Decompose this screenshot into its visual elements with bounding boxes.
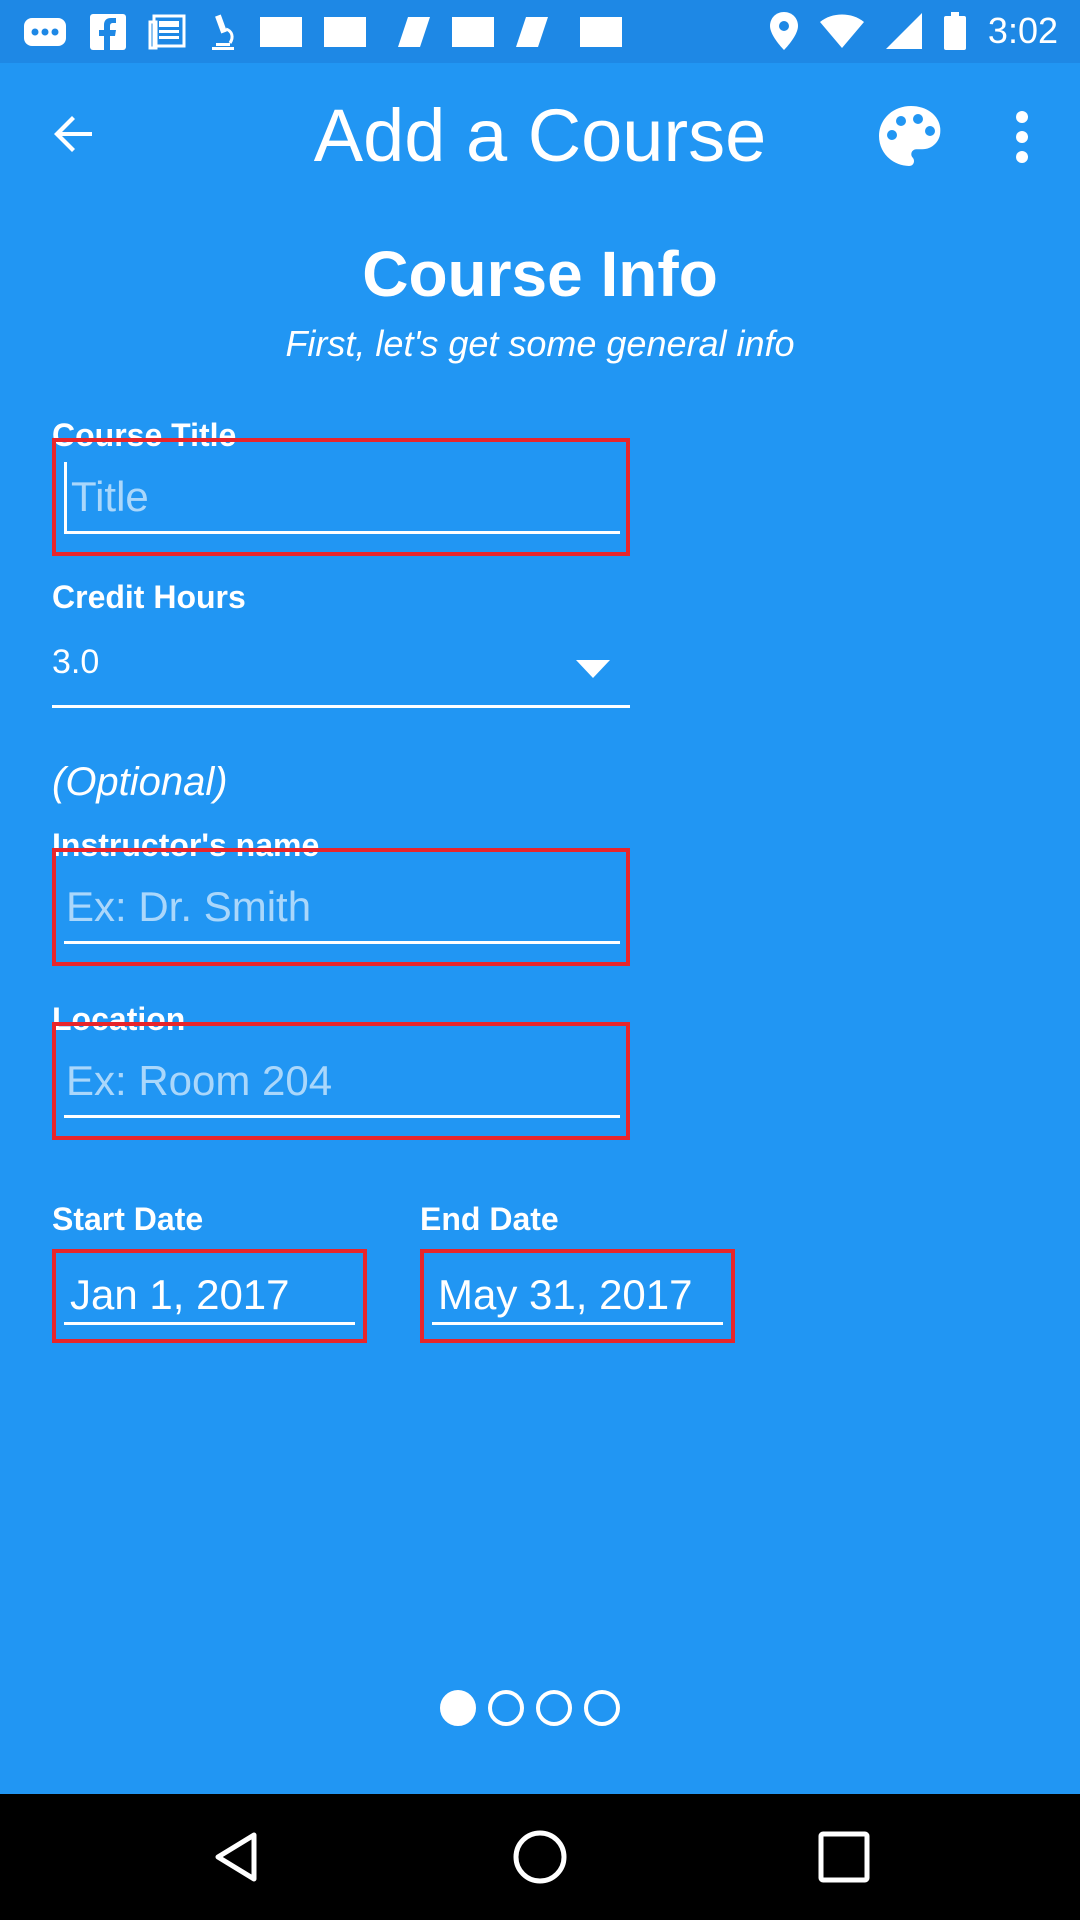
wifi-icon: [819, 14, 864, 48]
page-dot-1[interactable]: [440, 1690, 476, 1726]
location-input[interactable]: [64, 1046, 620, 1118]
system-status-icons: 3:02: [769, 8, 1058, 54]
more-vert-icon[interactable]: [1006, 110, 1038, 164]
page-indicator: [440, 1690, 620, 1726]
page-dot-3[interactable]: [536, 1690, 572, 1726]
location-field: [52, 1022, 630, 1140]
dropdown-arrow-icon: [576, 660, 610, 678]
home-circle-icon[interactable]: [512, 1829, 568, 1885]
notification-icons: [22, 12, 622, 52]
course-title-field: [52, 438, 630, 556]
start-date-label: Start Date: [52, 1201, 204, 1237]
status-bar: 3:02: [0, 0, 1080, 63]
location-icon: [769, 12, 798, 50]
feather-icon: [516, 17, 548, 47]
news-icon: [148, 14, 186, 50]
end-date-value: May 31, 2017: [432, 1267, 723, 1325]
app-title: Add a Course: [313, 94, 767, 177]
start-date-value: Jan 1, 2017: [64, 1267, 355, 1325]
page-subheading: First, let's get some general info: [285, 323, 795, 364]
course-title-input[interactable]: [64, 462, 620, 534]
palette-icon[interactable]: [877, 104, 945, 168]
back-triangle-icon[interactable]: [208, 1829, 264, 1885]
optional-label: (Optional): [52, 760, 228, 804]
facebook-icon: [90, 14, 126, 50]
credit-hours-dropdown[interactable]: 3.0: [52, 640, 630, 708]
instructor-input[interactable]: [64, 872, 620, 944]
status-time: 3:02: [987, 10, 1058, 51]
credit-hours-label: Credit Hours: [52, 579, 246, 615]
page-heading: Course Info: [362, 238, 718, 310]
navigation-bar: [0, 1794, 1080, 1920]
recents-square-icon[interactable]: [816, 1829, 872, 1885]
end-date-label: End Date: [420, 1201, 559, 1237]
instructor-field: [52, 848, 630, 966]
more-dots-icon: [24, 18, 66, 46]
page-dot-2[interactable]: [488, 1690, 524, 1726]
end-date-field[interactable]: May 31, 2017: [420, 1249, 735, 1343]
credit-hours-value: 3.0: [52, 643, 100, 681]
signal-icon: [885, 13, 922, 49]
page-dot-4[interactable]: [584, 1690, 620, 1726]
microscope-icon: [212, 14, 234, 50]
image-icon: [452, 17, 494, 47]
start-date-field[interactable]: Jan 1, 2017: [52, 1249, 367, 1343]
image-icon: [260, 17, 302, 47]
image-icon: [324, 17, 366, 47]
battery-icon: [943, 12, 966, 50]
arrow-back-icon[interactable]: [48, 110, 98, 160]
feather-icon: [398, 17, 430, 47]
image-icon: [580, 17, 622, 47]
